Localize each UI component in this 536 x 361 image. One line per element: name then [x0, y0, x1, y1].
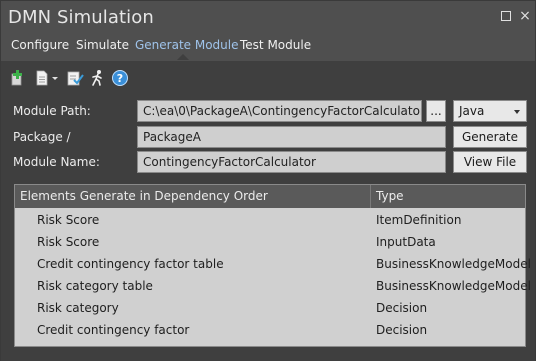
close-icon[interactable]: ×	[518, 9, 532, 23]
type-cell: ItemDefinition	[376, 213, 462, 227]
element-cell: Risk Score	[37, 235, 100, 249]
elements-table: Elements Generate in Dependency Order Ty…	[14, 184, 531, 347]
package-label: Package /	[13, 130, 71, 144]
help-glyph: ?	[117, 72, 123, 85]
tab-generate-module[interactable]: Generate Module	[135, 38, 239, 52]
element-cell: Credit contingency factor table	[37, 257, 224, 271]
column-header-elements[interactable]: Elements Generate in Dependency Order	[15, 185, 370, 208]
type-cell: Decision	[376, 323, 428, 337]
tab-bar: Configure Simulate Generate Module Test …	[1, 35, 535, 61]
dropdown-icon[interactable]	[51, 69, 59, 87]
window-title: DMN Simulation	[8, 7, 154, 28]
active-tab-indicator	[177, 54, 189, 60]
module-name-label: Module Name:	[13, 155, 100, 169]
table-row[interactable]: Risk Score InputData	[15, 231, 525, 253]
type-cell: BusinessKnowledgeModel	[376, 257, 531, 271]
validate-icon[interactable]	[66, 69, 84, 87]
language-select[interactable]: Java	[453, 100, 527, 122]
element-cell: Credit contingency factor	[37, 323, 190, 337]
title-bar: DMN Simulation ×	[1, 1, 535, 35]
table-row[interactable]: Credit contingency factor table Business…	[15, 253, 531, 275]
dmn-simulation-window: DMN Simulation × Configure Simulate Gene…	[0, 0, 536, 361]
module-name-field[interactable]: ContingencyFactorCalculator	[137, 151, 446, 173]
tab-test-module[interactable]: Test Module	[240, 38, 311, 52]
tab-simulate[interactable]: Simulate	[76, 38, 129, 52]
element-cell: Risk category table	[37, 279, 153, 293]
table-row[interactable]: Credit contingency factor Decision	[15, 319, 525, 341]
help-icon[interactable]: ?	[111, 69, 129, 87]
language-value: Java	[459, 104, 485, 118]
run-icon[interactable]	[89, 69, 107, 87]
table-row[interactable]: Risk category Decision	[15, 297, 525, 319]
element-cell: Risk Score	[37, 213, 100, 227]
document-icon[interactable]	[33, 69, 51, 87]
table-row[interactable]: Risk Score ItemDefinition	[15, 209, 525, 231]
module-path-label: Module Path:	[13, 104, 91, 118]
type-cell: InputData	[376, 235, 436, 249]
maximize-icon[interactable]	[499, 9, 513, 23]
package-field[interactable]: PackageA	[137, 126, 446, 148]
add-icon[interactable]	[9, 69, 27, 87]
table-row[interactable]: Risk category table BusinessKnowledgeMod…	[15, 275, 531, 297]
chevron-down-icon	[514, 110, 520, 114]
element-cell: Risk category	[37, 301, 119, 315]
view-file-button[interactable]: View File	[453, 151, 527, 173]
module-path-field[interactable]: C:\ea\0\PackageA\ContingencyFactorCalcul…	[137, 100, 422, 122]
browse-button[interactable]: ...	[426, 100, 446, 122]
column-header-type[interactable]: Type	[371, 185, 525, 208]
generate-button[interactable]: Generate	[453, 126, 527, 148]
type-cell: Decision	[376, 301, 428, 315]
type-cell: BusinessKnowledgeModel	[376, 279, 531, 293]
tab-configure[interactable]: Configure	[11, 38, 69, 52]
